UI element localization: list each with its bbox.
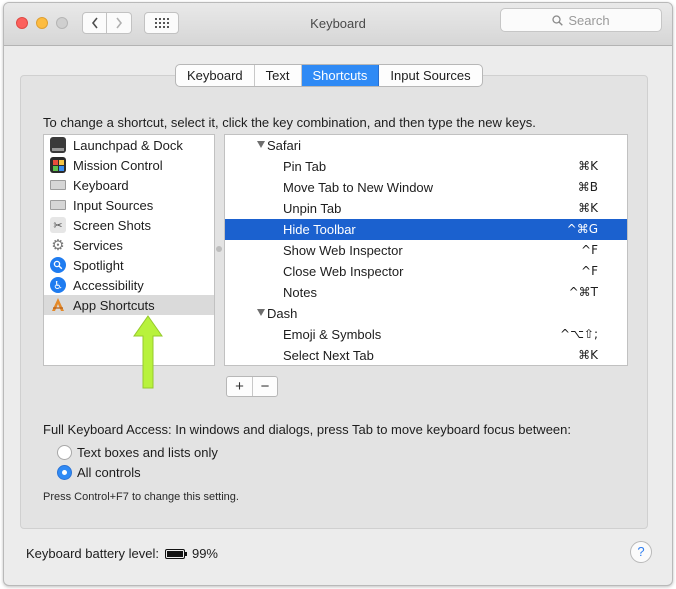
tab-bar: Keyboard Text Shortcuts Input Sources [175, 64, 483, 87]
radio-text-boxes-only[interactable]: Text boxes and lists only [57, 445, 218, 460]
mission-control-icon [50, 157, 66, 173]
shortcut-row[interactable]: Select Next Tab ⌘K [225, 345, 627, 366]
category-label: App Shortcuts [73, 297, 155, 313]
keyboard-icon [50, 180, 66, 190]
category-item-mission-control[interactable]: Mission Control [44, 155, 214, 175]
add-remove-control: + − [226, 376, 278, 397]
remove-shortcut-button[interactable]: − [252, 377, 277, 396]
shortcut-group-safari[interactable]: Safari [225, 135, 627, 156]
category-label: Launchpad & Dock [73, 137, 183, 153]
battery-status: Keyboard battery level: 99% [26, 546, 218, 561]
category-label: Spotlight [73, 257, 124, 273]
shortcut-keys[interactable]: ^F [581, 240, 598, 261]
category-item-input-sources[interactable]: Input Sources [44, 195, 214, 215]
shortcut-name: Show Web Inspector [283, 243, 403, 258]
group-label: Safari [267, 138, 301, 153]
shortcut-row-selected[interactable]: Hide Toolbar ^⌘G [225, 219, 627, 240]
category-label: Mission Control [73, 157, 163, 173]
search-field[interactable]: Search [500, 8, 662, 32]
battery-icon [164, 548, 187, 559]
category-item-spotlight[interactable]: Spotlight [44, 255, 214, 275]
battery-value: 99% [191, 546, 218, 561]
disclosure-triangle-icon[interactable] [257, 141, 265, 148]
keyboard-access-note: Press Control+F7 to change this setting. [43, 491, 239, 503]
tab-text[interactable]: Text [255, 65, 302, 86]
shortcut-keys[interactable]: ^⌘T [569, 282, 598, 303]
category-item-launchpad-dock[interactable]: Launchpad & Dock [44, 135, 214, 155]
shortcut-row[interactable]: Notes ^⌘T [225, 282, 627, 303]
help-button[interactable]: ? [630, 541, 652, 563]
category-label: Input Sources [73, 197, 154, 213]
accessibility-icon: ♿ [50, 277, 66, 293]
category-label: Accessibility [73, 277, 144, 293]
radio-label: All controls [77, 465, 141, 480]
shortcut-group-dash[interactable]: Dash [225, 303, 627, 324]
radio-button[interactable] [57, 465, 72, 480]
category-label: Keyboard [73, 177, 129, 193]
tab-shortcuts[interactable]: Shortcuts [301, 65, 380, 86]
shortcut-name: Pin Tab [283, 159, 327, 174]
shortcut-keys[interactable]: ⌘B [578, 177, 598, 198]
add-shortcut-button[interactable]: + [227, 377, 252, 396]
category-item-accessibility[interactable]: ♿ Accessibility [44, 275, 214, 295]
spotlight-icon [50, 257, 66, 273]
search-icon [552, 14, 564, 26]
up-arrow-annotation [133, 315, 163, 389]
shortcut-name: Close Web Inspector [283, 264, 404, 279]
shortcut-keys[interactable]: ^⌥⇧; [560, 324, 598, 345]
group-label: Dash [267, 306, 298, 321]
category-label: Screen Shots [73, 217, 152, 233]
shortcut-list: Safari Pin Tab ⌘K Move Tab to New Window… [224, 134, 628, 366]
tab-keyboard[interactable]: Keyboard [176, 65, 255, 86]
category-item-screen-shots[interactable]: ✂ Screen Shots [44, 215, 214, 235]
shortcut-keys[interactable]: ⌘K [578, 345, 598, 366]
gear-icon: ⚙ [51, 237, 65, 254]
shortcut-row[interactable]: Show Web Inspector ^F [225, 240, 627, 261]
shortcut-row[interactable]: Close Web Inspector ^F [225, 261, 627, 282]
shortcut-name: Notes [283, 285, 317, 300]
app-shortcuts-icon [50, 297, 66, 313]
input-sources-icon [50, 200, 66, 210]
radio-button[interactable] [57, 445, 72, 460]
shortcut-keys[interactable]: ⌘K [578, 156, 598, 177]
screenshot-icon: ✂ [50, 217, 66, 233]
shortcut-keys[interactable]: ⌘K [578, 198, 598, 219]
battery-label: Keyboard battery level: [26, 546, 159, 561]
shortcut-name: Unpin Tab [283, 201, 342, 216]
launchpad-dock-icon [50, 137, 66, 153]
instructions-text: To change a shortcut, select it, click t… [43, 115, 536, 130]
shortcut-name: Move Tab to New Window [283, 180, 434, 195]
shortcut-row[interactable]: Emoji & Symbols ^⌥⇧; [225, 324, 627, 345]
full-keyboard-access-label: Full Keyboard Access: In windows and dia… [43, 422, 571, 437]
category-item-services[interactable]: ⚙ Services [44, 235, 214, 255]
shortcut-keys[interactable]: ^F [581, 261, 598, 282]
category-item-keyboard[interactable]: Keyboard [44, 175, 214, 195]
disclosure-triangle-icon[interactable] [257, 309, 265, 316]
shortcut-row[interactable]: Unpin Tab ⌘K [225, 198, 627, 219]
shortcut-name: Emoji & Symbols [283, 327, 382, 342]
shortcut-keys[interactable]: ^⌘G [567, 219, 598, 240]
shortcut-name: Select Next Tab [283, 348, 374, 363]
search-placeholder: Search [568, 12, 610, 28]
shortcut-row[interactable]: Pin Tab ⌘K [225, 156, 627, 177]
split-view-handle[interactable] [216, 246, 222, 252]
category-label: Services [73, 237, 123, 253]
shortcut-row[interactable]: Move Tab to New Window ⌘B [225, 177, 627, 198]
radio-all-controls[interactable]: All controls [57, 465, 141, 480]
shortcut-name: Hide Toolbar [283, 222, 356, 237]
tab-input-sources[interactable]: Input Sources [379, 65, 481, 86]
radio-label: Text boxes and lists only [77, 445, 218, 460]
